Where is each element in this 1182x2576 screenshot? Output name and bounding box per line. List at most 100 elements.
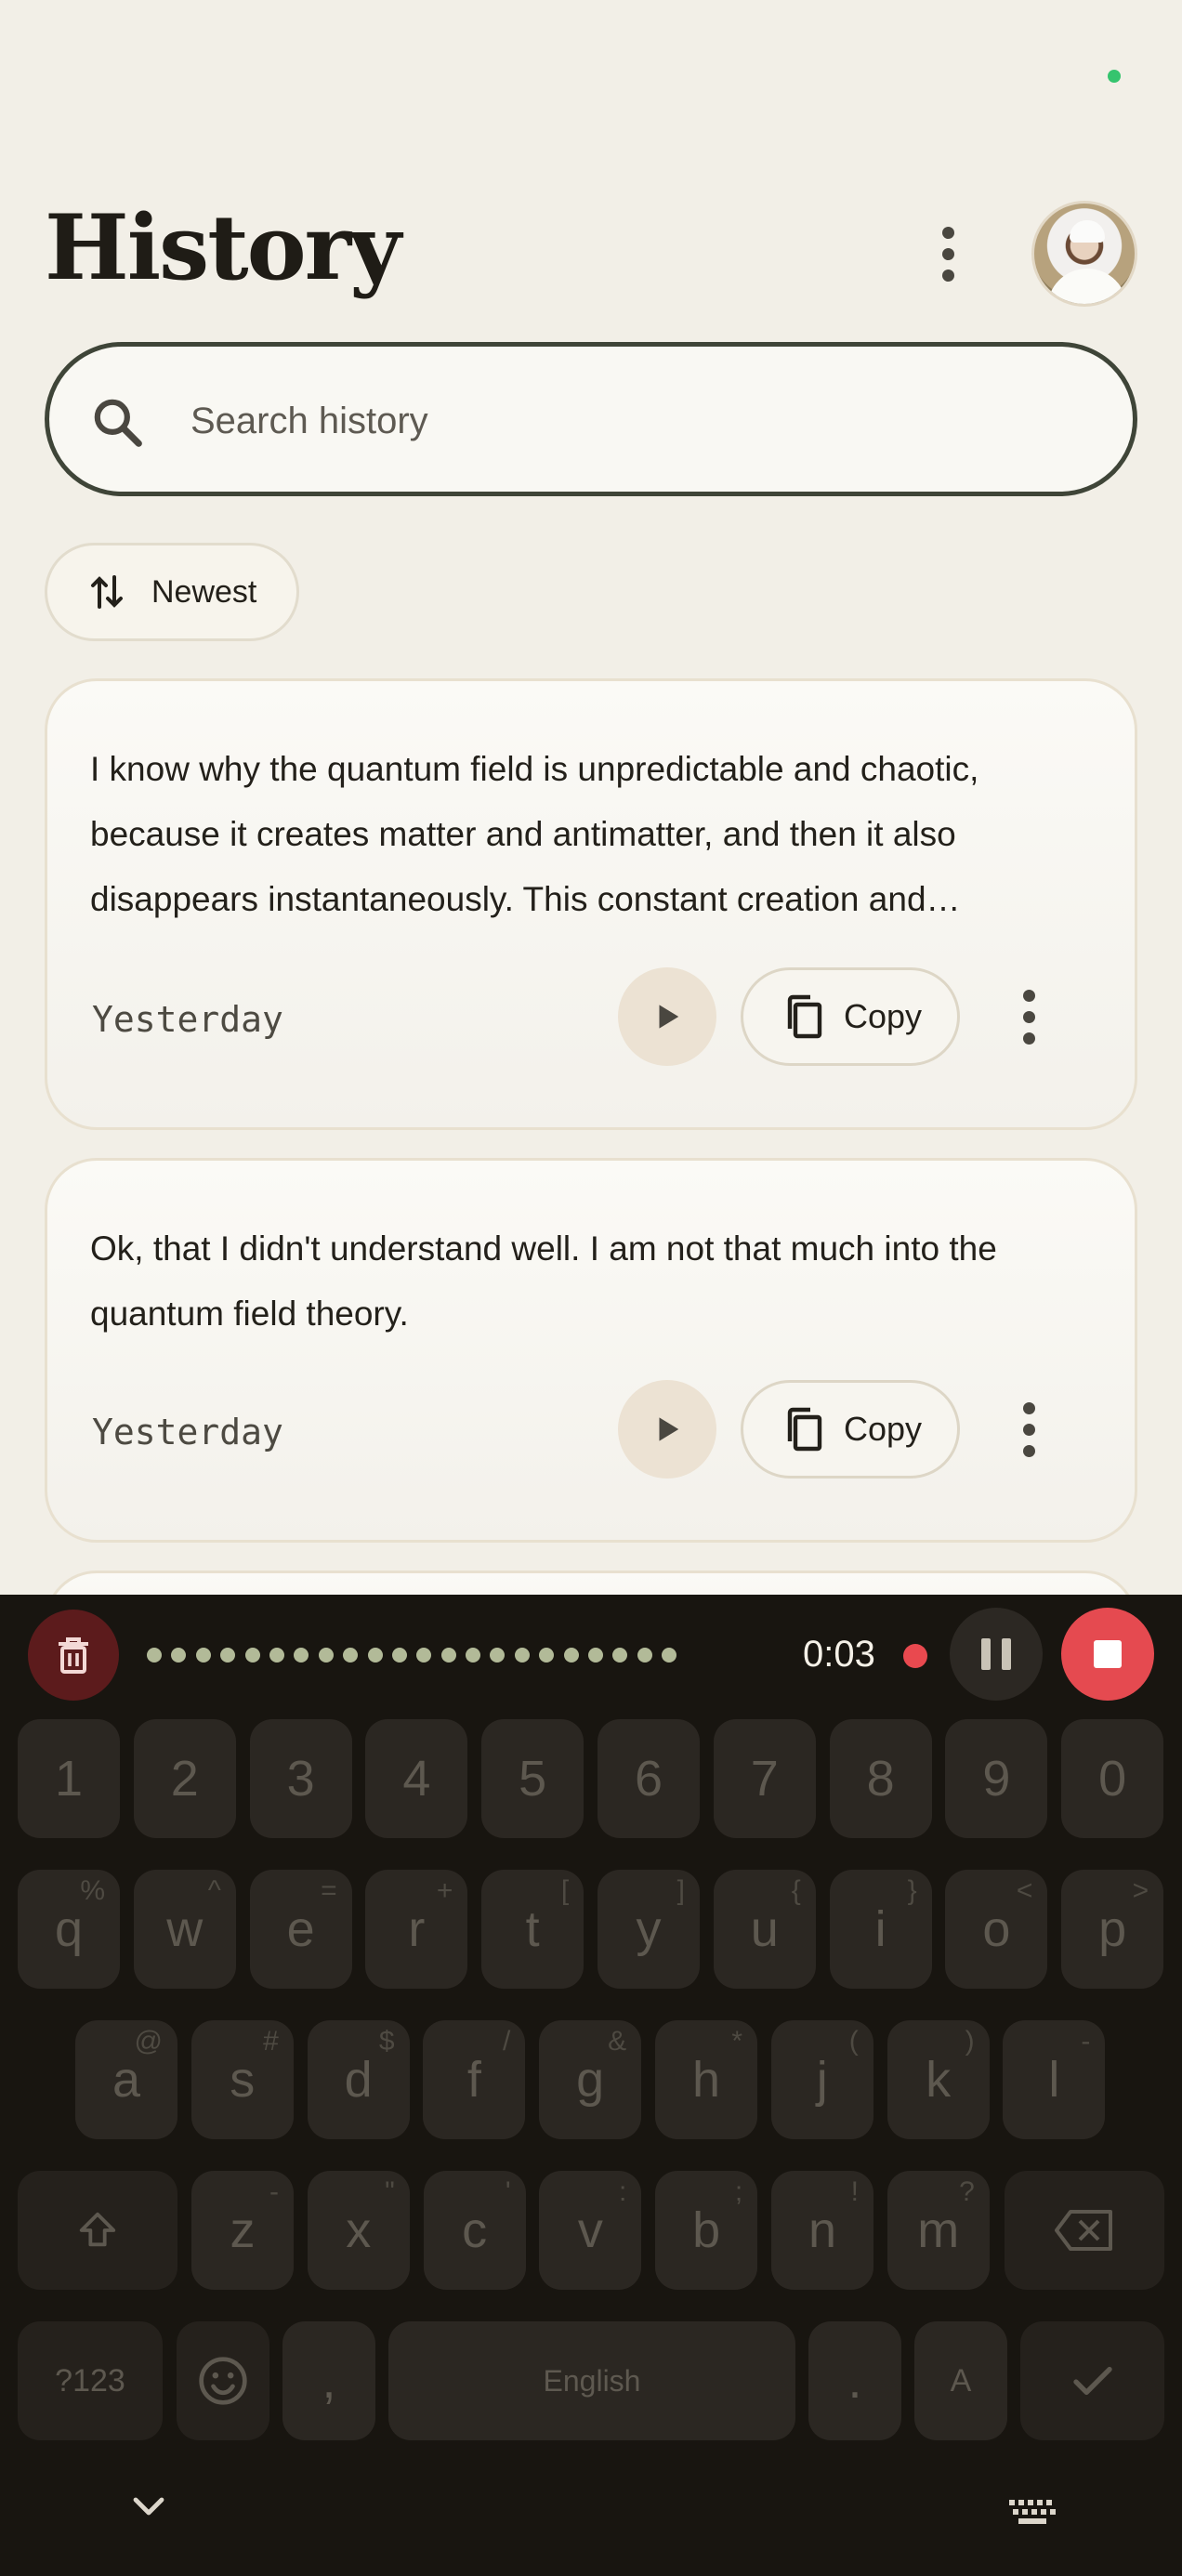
emoji-key[interactable] (177, 2321, 269, 2440)
key-label: z (230, 2202, 256, 2258)
key-r[interactable]: r + (365, 1870, 468, 1989)
waveform-dot (195, 1648, 211, 1663)
history-card[interactable]: I know why the quantum field is unpredic… (45, 678, 1137, 1130)
key-secondary-label: ^ (207, 1875, 221, 1906)
key-label: , (322, 2353, 336, 2409)
key-e[interactable]: e = (249, 1870, 352, 1989)
key-label: s (230, 2052, 256, 2108)
key-s[interactable]: s # (190, 2020, 294, 2139)
key-o[interactable]: o < (945, 1870, 1048, 1989)
waveform-dot (343, 1648, 359, 1663)
copy-button[interactable]: Copy (741, 1380, 960, 1479)
space-key[interactable]: English (388, 2321, 795, 2440)
key-m[interactable]: m? (886, 2171, 990, 2290)
key-9[interactable]: 9 (945, 1719, 1048, 1838)
key-f[interactable]: f / (423, 2020, 526, 2139)
key-label: k (926, 2052, 952, 2108)
key-label: n (808, 2202, 837, 2258)
delete-recording-button[interactable] (28, 1610, 119, 1701)
caps-key[interactable]: A (914, 2321, 1007, 2440)
key-j[interactable]: j( (770, 2020, 873, 2139)
key-secondary-label: ( (848, 2026, 859, 2057)
enter-key[interactable] (1020, 2321, 1164, 2440)
key-y[interactable]: y] (598, 1870, 700, 1989)
key-v[interactable]: v: (539, 2171, 642, 2290)
key-label: u (750, 1901, 779, 1957)
key-z[interactable]: z- (191, 2171, 294, 2290)
copy-button[interactable]: Copy (741, 967, 960, 1066)
period-key[interactable]: . (808, 2321, 901, 2440)
more-options-icon[interactable] (920, 221, 976, 286)
waveform-dot (466, 1648, 481, 1663)
key-4[interactable]: 4 (365, 1719, 468, 1838)
key-secondary-label: / (503, 2026, 511, 2057)
comma-key[interactable]: , (282, 2321, 375, 2440)
search-bar[interactable] (45, 342, 1137, 496)
key-t[interactable]: t[ (481, 1870, 584, 1989)
key-d[interactable]: d $ (307, 2020, 410, 2139)
avatar[interactable] (1031, 201, 1137, 307)
recording-indicator (903, 1644, 927, 1668)
recording-timer: 0:03 (803, 1634, 875, 1675)
key-l[interactable]: l- (1003, 2020, 1106, 2139)
key-secondary-label: $ (378, 2026, 395, 2057)
waveform-dot (244, 1648, 260, 1663)
waveform-dot (318, 1648, 334, 1663)
symbols-key[interactable]: ?123 (18, 2321, 163, 2440)
key-secondary-label: [ (560, 1875, 570, 1906)
backspace-key[interactable] (1005, 2171, 1164, 2290)
play-icon (659, 1005, 679, 1029)
key-k[interactable]: k) (886, 2020, 990, 2139)
keyboard-icon[interactable] (1009, 2500, 1057, 2528)
key-secondary-label: ] (676, 1875, 685, 1906)
key-2[interactable]: 2 (133, 1719, 236, 1838)
card-more-icon[interactable] (1001, 967, 1057, 1066)
key-5[interactable]: 5 (481, 1719, 584, 1838)
waveform-dot (637, 1648, 652, 1663)
pause-button[interactable] (950, 1608, 1043, 1701)
key-7[interactable]: 7 (713, 1719, 816, 1838)
key-label: q (54, 1901, 84, 1957)
waveform-dot (220, 1648, 236, 1663)
key-q[interactable]: q% (18, 1870, 120, 1989)
key-label: 0 (1098, 1751, 1127, 1807)
key-secondary-label: * (731, 2026, 742, 2057)
card-date: Yesterday (92, 999, 283, 1040)
key-1[interactable]: 1 (18, 1719, 120, 1838)
key-u[interactable]: u{ (713, 1870, 816, 1989)
waveform-dot (391, 1648, 407, 1663)
key-g[interactable]: g & (539, 2020, 642, 2139)
waveform-dot (147, 1648, 162, 1663)
play-button[interactable] (618, 1380, 716, 1479)
key-label: 2 (170, 1751, 199, 1807)
key-6[interactable]: 6 (598, 1719, 700, 1838)
key-i[interactable]: i} (829, 1870, 932, 1989)
waveform-dot (440, 1648, 456, 1663)
key-w[interactable]: w ^ (133, 1870, 236, 1989)
chevron-down-icon[interactable] (126, 2485, 171, 2530)
key-n[interactable]: n! (771, 2171, 873, 2290)
key-3[interactable]: 3 (249, 1719, 352, 1838)
key-label: x (346, 2202, 372, 2258)
card-more-icon[interactable] (1001, 1380, 1057, 1479)
stop-button[interactable] (1061, 1608, 1154, 1701)
key-p[interactable]: p > (1061, 1870, 1164, 1989)
key-a[interactable]: a @ (75, 2020, 177, 2139)
waveform-dot (269, 1648, 284, 1663)
key-0[interactable]: 0 (1061, 1719, 1164, 1838)
key-c[interactable]: c ' (423, 2171, 526, 2290)
sort-button[interactable]: Newest (45, 543, 299, 641)
search-input[interactable] (190, 393, 1083, 449)
history-card[interactable]: Ok, that I didn't understand well. I am … (45, 1158, 1137, 1543)
key-8[interactable]: 8 (829, 1719, 932, 1838)
shift-key[interactable] (18, 2171, 177, 2290)
key-h[interactable]: h * (655, 2020, 757, 2139)
search-icon (94, 399, 142, 447)
key-b[interactable]: b; (655, 2171, 758, 2290)
key-x[interactable]: x " (307, 2171, 410, 2290)
key-secondary-label: - (1081, 2026, 1091, 2057)
backspace-icon (1055, 2210, 1112, 2251)
copy-icon (787, 994, 822, 1039)
play-button[interactable] (618, 967, 716, 1066)
key-label: 4 (402, 1751, 431, 1807)
